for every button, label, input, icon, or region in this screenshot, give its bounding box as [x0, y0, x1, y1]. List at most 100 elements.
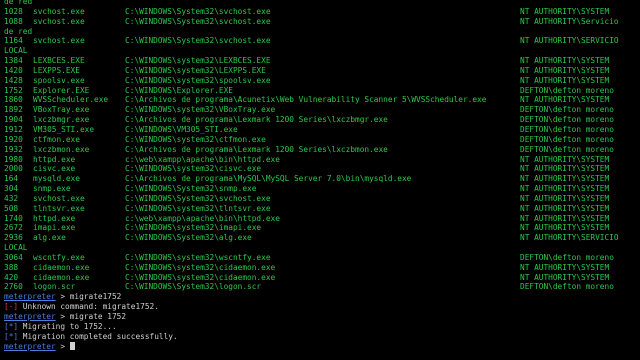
process-pid: 1088 [4, 16, 23, 26]
process-path: C:\WINDOWS\System32\svchost.exe [125, 36, 271, 46]
process-row: 508 tlntsvr.exe C:\WINDOWS\system32\tlntsv… [0, 204, 640, 214]
process-row: 1980 httpd.exe c:\web\xampp\apache\bin\htt… [0, 155, 640, 165]
process-row: 1912 VM305_STI.exe C:\WINDOWS\VM305_STI.ex… [0, 125, 640, 135]
process-pid: 1384 [4, 56, 23, 66]
process-user: DEFTON\defton moreno [520, 252, 614, 262]
process-row: 2672 imapi.exe C:\WINDOWS\system32\imapi.e… [0, 223, 640, 233]
process-name: VM305_STI.exe [33, 124, 95, 134]
process-path: C:\WINDOWS\System32\snmp.exe [125, 184, 257, 194]
console-text: Migrating to 1752... [18, 321, 117, 331]
process-user: NT AUTHORITY\SYSTEM [520, 262, 610, 272]
process-path: C:\Archivos de programa\MySQL\MySQL Serv… [125, 174, 412, 184]
process-row: 1420 LEXPPS.EXE C:\WINDOWS\system32\LEXPPS… [0, 66, 640, 76]
process-user: NT AUTHORITY\SYSTEM [520, 272, 610, 282]
process-pid: 1912 [4, 124, 23, 134]
process-row: 2936 alg.exe C:\WINDOWS\System32\alg.exe NT… [0, 233, 640, 243]
process-path: c:\web\xampp\apache\bin\httpd.exe [125, 154, 280, 164]
process-path: C:\WINDOWS\System32\svchost.exe [125, 16, 271, 26]
meterpreter-prompt: meterpreter [4, 292, 56, 302]
process-user: DEFTON\defton moreno [520, 282, 614, 292]
process-path: C:\WINDOWS\VM305_STI.exe [125, 124, 238, 134]
error-marker: [-] [4, 302, 19, 312]
process-name: httpd.exe [33, 213, 76, 223]
process-name: ctfmon.exe [33, 134, 80, 144]
process-name: imapi.exe [33, 223, 76, 233]
terminal-window[interactable]: de red 1028 svchost.exe C:\WINDOWS\System32… [0, 0, 640, 360]
process-name: tlntsvr.exe [33, 203, 85, 213]
process-row: 432 svchost.exe C:\WINDOWS\System32\svchos… [0, 194, 640, 204]
wrapped-user-text: LOCAL [4, 46, 28, 56]
process-user: DEFTON\defton moreno [520, 134, 614, 144]
process-name: svchost.exe [33, 16, 85, 26]
process-user: NT AUTHORITY\SYSTEM [520, 213, 610, 223]
process-pid: 1892 [4, 105, 23, 115]
process-name: WVSScheduler.exe [33, 95, 109, 105]
process-name: svchost.exe [33, 36, 85, 46]
process-pid: 1428 [4, 75, 23, 85]
process-user: NT AUTHORITY\SYSTEM [520, 193, 610, 203]
info-marker: [*] [4, 321, 19, 331]
process-user: NT AUTHORITY\SYSTEM [520, 184, 610, 194]
process-pid: 2760 [4, 282, 23, 292]
process-user: NT AUTHORITY\SYSTEM [520, 75, 610, 85]
process-name: lxczbmgr.exe [33, 115, 90, 125]
process-user: NT AUTHORITY\SYSTEM [520, 95, 610, 105]
process-name: cidaemon.exe [33, 272, 90, 282]
process-row: 1752 Explorer.EXE C:\WINDOWS\Explorer.EXE D… [0, 86, 640, 96]
process-pid: 1164 [4, 36, 23, 46]
process-pid: 1420 [4, 65, 23, 75]
process-pid: 508 [4, 203, 19, 213]
process-row: 1740 httpd.exe c:\web\xampp\apache\bin\htt… [0, 214, 640, 224]
process-name: Explorer.EXE [33, 85, 90, 95]
console-line: meterpreter > [0, 341, 640, 352]
process-path: C:\WINDOWS\Explorer.EXE [125, 85, 233, 95]
process-path: C:\WINDOWS\system32\imapi.exe [125, 223, 262, 233]
process-path: C:\WINDOWS\system32\VBoxTray.exe [125, 105, 276, 115]
process-pid: 1920 [4, 134, 23, 144]
process-pid: 1860 [4, 95, 23, 105]
process-pid: 1740 [4, 213, 23, 223]
console-line: meterpreter > migrate1752 [0, 292, 640, 302]
process-path: C:\WINDOWS\System32\svchost.exe [125, 6, 271, 16]
process-user: DEFTON\defton moreno [520, 115, 614, 125]
process-user: DEFTON\defton moreno [520, 105, 614, 115]
process-user: NT AUTHORITY\SYSTEM [520, 223, 610, 233]
process-row-wrap: de red [0, 27, 640, 37]
process-path: C:\Archivos de programa\Lexmark 1200 Ser… [125, 115, 388, 125]
process-name: VBoxTray.exe [33, 105, 90, 115]
process-row-wrap: LOCAL [0, 243, 640, 253]
console-text: > migrate 1752 [55, 312, 127, 321]
process-user: NT AUTHORITY\SYSTEM [520, 6, 610, 16]
process-pid: 1980 [4, 154, 23, 164]
meterpreter-prompt: meterpreter [4, 341, 56, 351]
process-name: wscntfy.exe [33, 252, 85, 262]
process-path: C:\WINDOWS\system32\tlntsvr.exe [125, 203, 271, 213]
process-pid: 1028 [4, 6, 23, 16]
process-pid: 2672 [4, 223, 23, 233]
process-row: 1164 svchost.exe C:\WINDOWS\System32\svcho… [0, 36, 640, 46]
process-name: LEXBCES.EXE [33, 56, 85, 66]
process-path: C:\WINDOWS\system32\cisvc.exe [125, 164, 262, 174]
process-row: 2000 cisvc.exe C:\WINDOWS\system32\cisvc.e… [0, 164, 640, 174]
process-row-wrap: LOCAL [0, 46, 640, 56]
process-path: c:\web\xampp\apache\bin\httpd.exe [125, 213, 280, 223]
process-row: 3064 wscntfy.exe C:\WINDOWS\system32\wscnt… [0, 253, 640, 263]
process-path: C:\WINDOWS\System32\svchost.exe [125, 193, 271, 203]
process-pid: 2936 [4, 233, 23, 243]
process-path: C:\Archivos de programa\Acunetix\Web Vul… [125, 95, 487, 105]
process-name: snmp.exe [33, 184, 71, 194]
wrapped-user-text: LOCAL [4, 243, 28, 253]
console-text: Migration completed successfully. [18, 331, 178, 341]
text-cursor[interactable] [69, 341, 75, 350]
process-row: 388 cidaemon.exe C:\WINDOWS\system32\cidae… [0, 263, 640, 273]
process-pid: 420 [4, 272, 19, 282]
process-row-wrap: de red [0, 0, 640, 7]
process-user: NT AUTHORITY\SYSTEM [520, 56, 610, 66]
process-user: NT AUTHORITY\SYSTEM [520, 154, 610, 164]
process-name: spoolsv.exe [33, 75, 85, 85]
process-pid: 1904 [4, 115, 23, 125]
console-line: [-] Unknown command: migrate1752. [0, 302, 640, 312]
console-text: Unknown command: migrate1752. [18, 302, 159, 312]
process-row: 1860 WVSScheduler.exe C:\Archivos de progr… [0, 95, 640, 105]
process-name: httpd.exe [33, 154, 76, 164]
